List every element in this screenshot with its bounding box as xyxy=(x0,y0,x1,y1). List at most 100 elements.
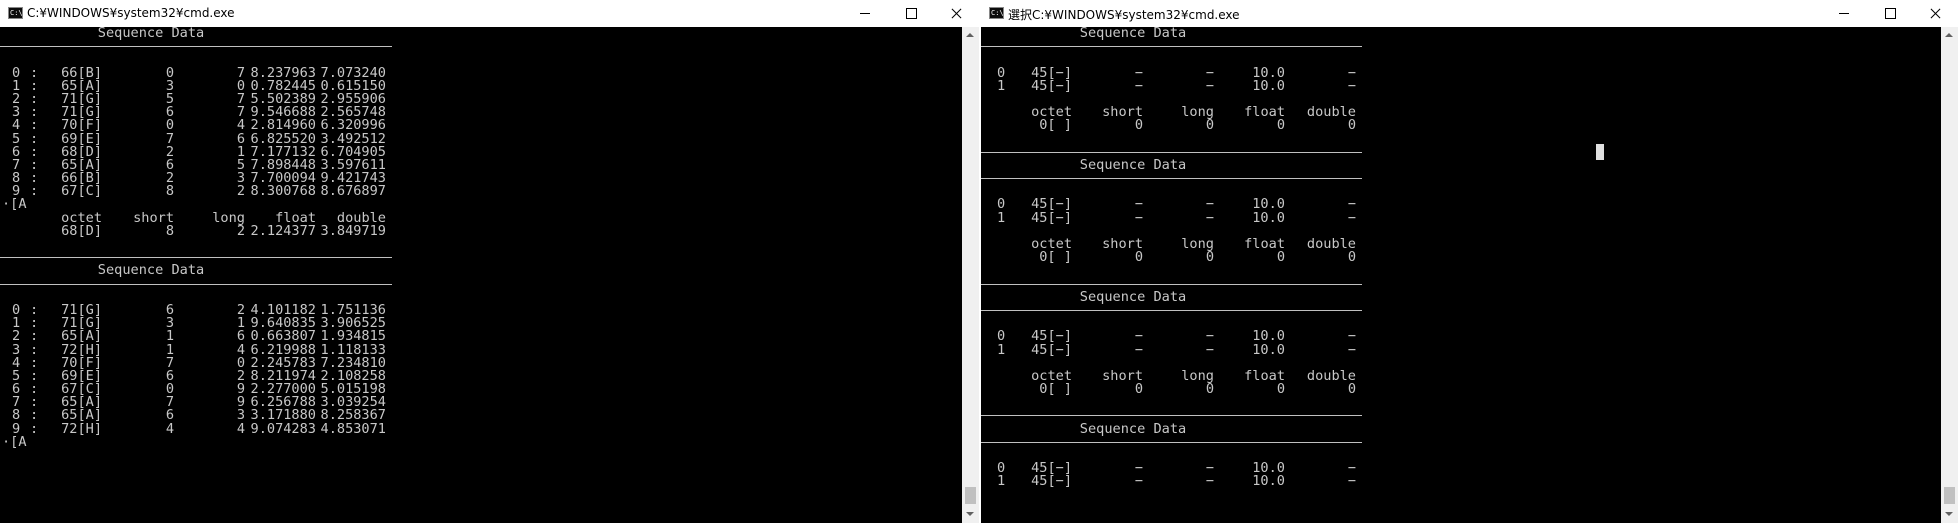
octet-cell: 67[C] xyxy=(61,183,102,200)
scrollbar-thumb[interactable] xyxy=(965,487,976,504)
dashed-rule xyxy=(0,257,392,259)
row-index: 1 xyxy=(997,77,1006,94)
data-row: 7:65[A] 7 9 6.256788 3.039254 xyxy=(0,395,962,409)
long-cell: 0 xyxy=(1205,381,1214,398)
console-output[interactable]: Sequence Data 0 45[−] − −10.0−1 45[−] − −10.0− o… xyxy=(981,27,1941,523)
octet-cell: 0[ ] xyxy=(1039,381,1072,398)
row-colon: : xyxy=(30,183,39,200)
short-cell: 4 xyxy=(165,420,174,437)
double-cell: − xyxy=(1347,209,1356,226)
octet-cell: 45[−] xyxy=(1031,209,1072,226)
float-cell: 0 xyxy=(1276,381,1285,398)
float-cell: 0 xyxy=(1276,249,1285,266)
cmd-app-icon: C:\ xyxy=(8,7,23,19)
data-row: 0 45[−] − −10.0− xyxy=(981,66,1941,80)
column-header-row: octet short long float double xyxy=(981,105,1941,119)
scroll-down-arrow-icon[interactable] xyxy=(962,506,979,523)
sequence-data-heading: Sequence Data xyxy=(97,27,205,41)
separator-line xyxy=(981,172,1941,185)
float-cell: 8.300768 xyxy=(250,183,316,200)
minimize-icon[interactable] xyxy=(1821,0,1867,27)
section-heading: Sequence Data xyxy=(981,27,1941,40)
title-bar[interactable]: C:\ 選択C:¥WINDOWS¥system32¥cmd.exe xyxy=(981,0,1958,27)
dashed-rule xyxy=(981,441,1362,443)
section-heading: Sequence Data xyxy=(981,422,1941,436)
sequence-data-heading: Sequence Data xyxy=(1079,156,1187,173)
octet-cell: 45[−] xyxy=(1031,77,1072,94)
data-row: 5:69[E] 6 2 8.211974 2.108258 xyxy=(0,369,962,383)
scroll-down-arrow-icon[interactable] xyxy=(1941,506,1958,523)
float-cell: 10.0 xyxy=(1252,209,1285,226)
short-cell: 0 xyxy=(1134,381,1143,398)
data-row: 1 45[−] − − 10.0 − xyxy=(981,77,1941,94)
sequence-data-heading: Sequence Data xyxy=(1079,27,1187,41)
vertical-scrollbar[interactable] xyxy=(962,27,979,523)
maximize-icon[interactable] xyxy=(1867,0,1913,27)
short-cell: 0 xyxy=(1134,117,1143,134)
separator-line xyxy=(981,304,1941,317)
data-row: 0[ ] 0 0 0 0 xyxy=(981,117,1941,134)
octet-cell: 68[D] xyxy=(61,222,102,239)
row-index: 1 xyxy=(997,209,1006,226)
data-row: 1:71[G] 3 1 9.640835 3.906525 xyxy=(0,316,962,330)
short-cell: − xyxy=(1134,209,1143,226)
maximize-icon[interactable] xyxy=(888,0,934,27)
column-header-row: octet short long float double xyxy=(981,237,1941,251)
section-heading: Sequence Data xyxy=(981,290,1941,304)
long-cell: 4 xyxy=(236,420,245,437)
cmd-window-left[interactable]: C:\ C:¥WINDOWS¥system32¥cmd.exe Sequence… xyxy=(0,0,979,523)
double-cell: − xyxy=(1347,473,1356,490)
long-cell: − xyxy=(1205,473,1214,490)
dashed-rule xyxy=(981,309,1362,311)
data-row: 8:66[B] 2 3 7.700094 9.421743 xyxy=(0,171,962,185)
separator-line xyxy=(981,40,1941,53)
octet-cell: 45[−] xyxy=(1031,341,1072,358)
dashed-rule xyxy=(981,415,1362,417)
prompt-text: ·[A xyxy=(2,196,27,213)
data-row: 1 45[−] − − 10.0 − xyxy=(981,341,1941,358)
console-output[interactable]: Sequence Data 0:66[B] 0 7 8.237963 7.073240 1:… xyxy=(0,27,962,523)
scroll-up-arrow-icon[interactable] xyxy=(1941,27,1958,44)
dashed-rule xyxy=(981,178,1362,180)
short-cell: 8 xyxy=(165,222,174,239)
dashed-rule xyxy=(981,283,1362,285)
window-title: C:¥WINDOWS¥system32¥cmd.exe xyxy=(27,6,235,20)
short-cell: 0 xyxy=(1134,249,1143,266)
double-cell: 4.853071 xyxy=(320,420,386,437)
data-row: 3:71[G] 6 7 9.546688 2.565748 xyxy=(0,105,962,119)
close-icon[interactable] xyxy=(933,0,979,27)
float-cell: 9.074283 xyxy=(250,420,316,437)
close-icon[interactable] xyxy=(1912,0,1958,27)
scrollbar-thumb[interactable] xyxy=(1944,487,1955,504)
cmd-window-right[interactable]: C:\ 選択C:¥WINDOWS¥system32¥cmd.exe Sequen… xyxy=(981,0,1958,523)
dashed-rule xyxy=(0,46,392,48)
data-row: 6:68[D] 2 1 7.177132 6.704905 xyxy=(0,145,962,159)
double-cell: − xyxy=(1347,341,1356,358)
separator-line xyxy=(0,278,962,291)
double-cell: 0 xyxy=(1347,117,1356,134)
float-cell: 0 xyxy=(1276,117,1285,134)
octet-cell: 45[−] xyxy=(1031,473,1072,490)
short-cell: 8 xyxy=(165,183,174,200)
data-row: 7:65[A] 6 5 7.898448 3.597611 xyxy=(0,158,962,172)
row-index: 1 xyxy=(997,473,1006,490)
data-row: 5:69[E] 7 6 6.825520 3.492512 xyxy=(0,132,962,146)
minimize-icon[interactable] xyxy=(842,0,888,27)
data-row: 4:70[F] 7 0 2.245783 7.234810 xyxy=(0,356,962,370)
data-row: 0[ ] 0 0 0 0 xyxy=(981,249,1941,266)
vertical-scrollbar[interactable] xyxy=(1941,27,1958,523)
title-bar[interactable]: C:\ C:¥WINDOWS¥system32¥cmd.exe xyxy=(0,0,979,27)
data-row: 2:65[A] 1 6 0.663807 1.934815 xyxy=(0,329,962,343)
sequence-data-heading: Sequence Data xyxy=(97,262,205,279)
short-cell: − xyxy=(1134,473,1143,490)
row-colon: : xyxy=(30,420,39,437)
section-heading: Sequence Data xyxy=(0,262,962,279)
scroll-up-arrow-icon[interactable] xyxy=(962,27,979,44)
